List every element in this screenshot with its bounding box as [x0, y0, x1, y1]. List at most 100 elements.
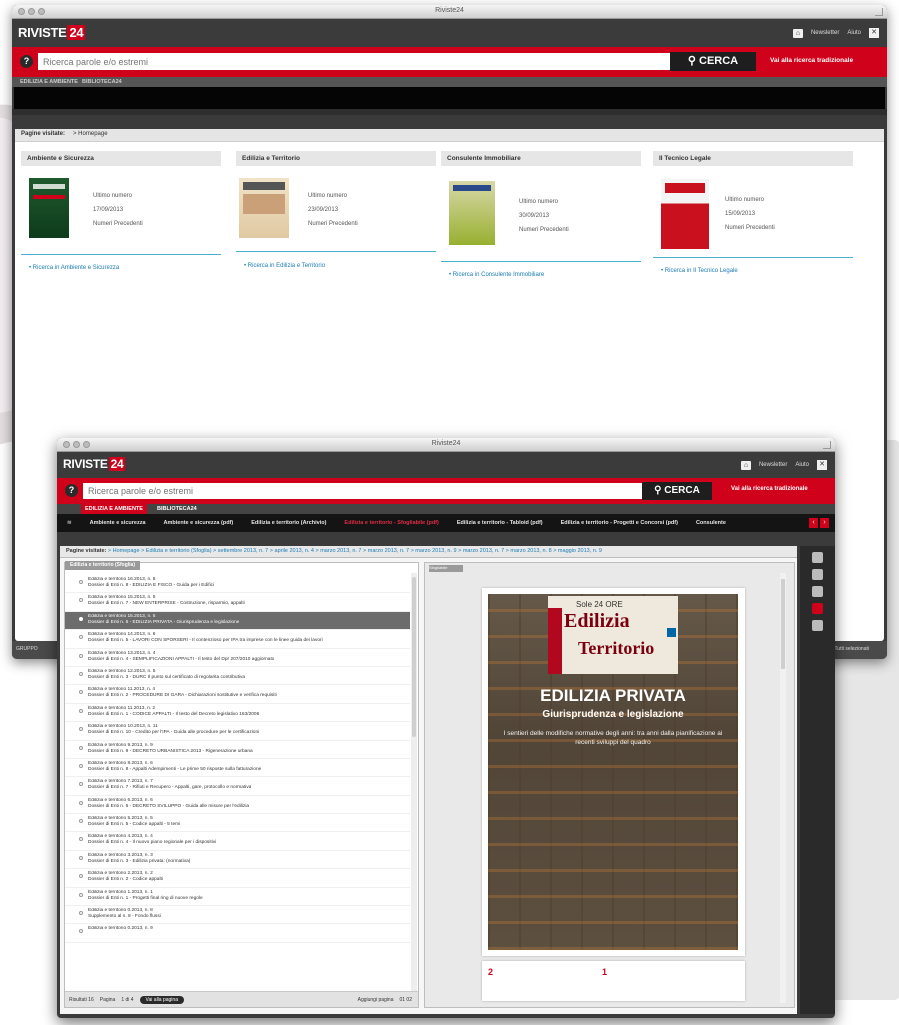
last-issue-date: 17/09/2013 [93, 207, 124, 213]
tab-edilizia-ambiente[interactable]: EDILIZIA E AMBIENTE [81, 504, 147, 514]
magazine-cover[interactable] [661, 179, 709, 249]
list-tab[interactable]: Edilizia e territorio (Sfoglia) [65, 561, 141, 570]
list-item[interactable]: Edilizia e territorio 9.2013, n. 9 Dossie… [65, 741, 410, 759]
list-item[interactable]: Edilizia e territorio 15.2013, n. 5 Dossi… [65, 593, 410, 612]
list-item[interactable]: Edilizia e territorio 0.2013, n. 9 [65, 924, 410, 943]
magazine-title[interactable]: Consulente Immobiliare [441, 151, 641, 166]
app-logo[interactable]: RIVISTE 24 [18, 25, 86, 40]
list-item[interactable]: Edilizia e territorio 4.2013, n. 4 Dossie… [65, 832, 410, 851]
prev-arrow-icon[interactable]: ‹ [809, 518, 818, 528]
goto-page-button[interactable]: Vai alla pagina [139, 995, 184, 1004]
subnav-item[interactable]: Edilizia e territorio - Progetti e Conco… [561, 520, 678, 526]
question-icon[interactable]: ? [20, 55, 33, 68]
last-issue-label[interactable]: Ultimo numero [519, 195, 569, 209]
search-in-magazine-link[interactable]: • Ricerca in Il Tecnico Legale [661, 268, 738, 274]
cover-text: I sentieri delle modifiche normative deg… [503, 730, 723, 746]
home-icon[interactable]: ⌂ [792, 28, 803, 38]
zoom-icon[interactable] [812, 569, 823, 580]
tab-biblioteca24[interactable]: BIBLIOTECA24 [82, 77, 122, 87]
magazine-cover[interactable] [29, 178, 69, 238]
footer-link[interactable]: Tutti selezionati [834, 646, 869, 652]
search-button[interactable]: ⚲ CERCA [670, 52, 756, 71]
close-icon[interactable]: ✕ [869, 28, 879, 38]
list-item[interactable]: Edilizia e territorio 11.2013, n. 2 Dossi… [65, 704, 410, 723]
advanced-search-link[interactable]: Vai alla ricerca tradizionale [731, 486, 808, 492]
resize-icon[interactable] [823, 441, 831, 449]
list-scrollbar[interactable] [411, 573, 417, 991]
newsletter-link[interactable]: Newsletter [759, 462, 787, 468]
list-item[interactable]: Edilizia e territorio 12.2013, n. 5 Dossi… [65, 667, 410, 686]
search-input[interactable] [38, 53, 688, 70]
footer-brand: GRUPPO [16, 646, 38, 652]
list-item[interactable]: Edilizia e territorio 6.2013, n. 6 Dossie… [65, 796, 410, 815]
last-issue-label[interactable]: Ultimo numero [93, 189, 143, 203]
subnav-item[interactable]: Consulente [696, 520, 726, 526]
breadcrumb-path[interactable]: > Homepage > Edilizia e territorio (Sfog… [108, 548, 602, 554]
tab-biblioteca24[interactable]: BIBLIOTECA24 [153, 504, 201, 514]
close-icon[interactable]: ✕ [817, 460, 827, 470]
subnav-item[interactable]: Edilizia e territorio - Tabloid (pdf) [457, 520, 543, 526]
app-logo[interactable]: RIVISTE 24 [63, 457, 126, 471]
magazine-title[interactable]: Ambiente e Sicurezza [21, 151, 221, 166]
next-page-preview[interactable]: 2 1 [482, 961, 745, 1001]
search-input[interactable] [83, 483, 643, 499]
list-item[interactable]: Edilizia e territorio 5.2013, n. 5 Dossie… [65, 814, 410, 833]
list-item[interactable]: Edilizia e territorio 16.2013, n. 8 Dossi… [65, 575, 410, 594]
list-item[interactable]: Edilizia e territorio 2.2013, n. 2 Dossie… [65, 869, 410, 888]
subnav-bar [14, 87, 885, 109]
list-item[interactable]: Edilizia e territorio 11.2013, n. 4 Dossi… [65, 685, 410, 704]
search-in-magazine-link[interactable]: • Ricerca in Ambiente e Sicurezza [29, 265, 119, 271]
list-item[interactable]: Edilizia e territorio 7.2013, n. 7 Dossie… [65, 777, 410, 796]
help-link[interactable]: Aiuto [795, 462, 809, 468]
previous-issues-link[interactable]: Numeri Precedenti [93, 217, 143, 231]
subnav-item[interactable]: Ambiente e sicurezza (pdf) [164, 520, 234, 526]
magazine-card: Ambiente e Sicurezza Ultimo numero 17/09… [21, 151, 221, 276]
magazine-title[interactable]: Il Tecnico Legale [653, 151, 853, 166]
last-issue-label[interactable]: Ultimo numero [725, 193, 775, 207]
tab-edilizia-ambiente[interactable]: EDILIZIA E AMBIENTE [20, 77, 78, 87]
expand-icon[interactable] [812, 586, 823, 597]
subnav-item[interactable]: Edilizia e territorio (Archivio) [251, 520, 326, 526]
search-in-magazine-link[interactable]: • Ricerca in Edilizia e Territorio [244, 263, 325, 269]
search-in-magazine-link[interactable]: • Ricerca in Consulente Immobiliare [449, 272, 544, 278]
previous-issues-link[interactable]: Numeri Precedenti [519, 223, 569, 237]
question-icon[interactable]: ? [65, 484, 78, 497]
breadcrumb-homepage[interactable]: > Homepage [73, 131, 108, 137]
print-icon[interactable] [812, 552, 823, 563]
page-numbers[interactable]: 01 02 [399, 997, 412, 1003]
list-item[interactable]: Edilizia e territorio 13.2013, n. 4 Dossi… [65, 649, 410, 667]
list-item[interactable]: Edilizia e territorio 10.2013, n. 11 Doss… [65, 722, 410, 741]
magazine-cover[interactable] [449, 181, 495, 245]
resize-icon[interactable] [875, 8, 883, 16]
last-issue-label[interactable]: Ultimo numero [308, 189, 358, 203]
next-arrow-icon[interactable]: › [820, 518, 829, 528]
list-item[interactable]: Edilizia e territorio 1.2013, n. 1 Dossie… [65, 888, 410, 907]
subnav-item[interactable]: Ambiente e sicurezza [90, 520, 146, 526]
advanced-search-link[interactable]: Vai alla ricerca tradizionale [770, 57, 853, 64]
list-item[interactable]: Edilizia e territorio 3.2013, n. 3 Dossie… [65, 851, 410, 870]
list-item[interactable]: Edilizia e territorio 8.2013, n. 6 Dossie… [65, 759, 410, 778]
search-bar: ? ⚲ CERCA Vai alla ricerca tradizionale [12, 47, 887, 77]
list-item-selected[interactable]: Edilizia e territorio 15.2013, n. 5 Dossi… [65, 611, 410, 631]
last-issue-date: 15/09/2013 [725, 211, 756, 217]
search-button[interactable]: ⚲ CERCA [642, 482, 712, 500]
magazine-title[interactable]: Edilizia e Territorio [236, 151, 436, 166]
divider [236, 251, 436, 252]
page-icon[interactable] [812, 620, 823, 631]
viewer-scrollbar[interactable] [780, 573, 786, 1003]
previous-issues-link[interactable]: Numeri Precedenti [308, 217, 358, 231]
home-icon[interactable]: ⌂ [740, 460, 751, 470]
pdf-icon[interactable] [812, 603, 823, 614]
list-item[interactable]: Edilizia e territorio 0.2013, n. 8 Supple… [65, 906, 410, 925]
newsletter-link[interactable]: Newsletter [811, 30, 839, 36]
reader-window: Riviste24 RIVISTE 24 ⌂ Newsletter Aiuto ✕… [57, 438, 835, 1018]
magazine-page[interactable]: Sole 24 ORE Edilizia Territorio EDILIZIA… [482, 588, 745, 956]
add-page-link[interactable]: Aggiungi pagina [358, 997, 394, 1003]
help-link[interactable]: Aiuto [847, 30, 861, 36]
subnav-item-active[interactable]: Edilizia e territorio - Sfogliabile (pdf… [344, 520, 438, 526]
app-header: RIVISTE 24 ⌂ Newsletter Aiuto ✕ [12, 19, 887, 47]
viewer-tab[interactable]: Sfogliabile [429, 565, 463, 572]
list-item[interactable]: Edilizia e territorio 14.2013, n. 6 Dossi… [65, 630, 410, 649]
magazine-cover[interactable] [239, 178, 289, 238]
previous-issues-link[interactable]: Numeri Precedenti [725, 221, 775, 235]
